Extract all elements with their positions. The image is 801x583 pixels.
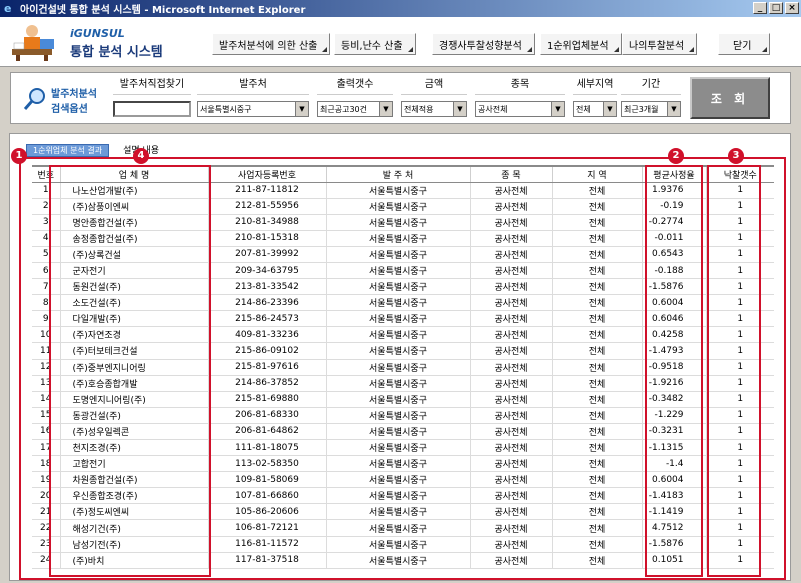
chevron-down-icon: ▼ <box>603 102 616 116</box>
query-button[interactable]: 조 회 <box>690 77 770 119</box>
window-title: 아이건설넷 통합 분석 시스템 - Microsoft Internet Exp… <box>20 5 306 16</box>
search-options-panel: 발주처분석 검색옵션 발주처직접찾기 발주처 서울특별시중구 ▼ 출력갯수 최근… <box>10 72 791 124</box>
period-group: 기간 최근3개월 ▼ <box>621 77 681 117</box>
magnifier-icon <box>23 88 45 110</box>
output-count-group: 출력갯수 최근공고30건 ▼ <box>317 77 393 117</box>
chevron-down-icon: ▼ <box>667 102 680 116</box>
ie-icon: e <box>4 1 12 15</box>
region-select[interactable]: 전체 ▼ <box>573 101 617 117</box>
amount-select[interactable]: 전체적용 ▼ <box>401 101 467 117</box>
client-select-group: 발주처 서울특별시중구 ▼ <box>197 77 309 117</box>
window-title-bar: e 아이건설넷 통합 분석 시스템 - Microsoft Internet E… <box>0 0 801 17</box>
minimize-button[interactable]: _ <box>753 2 767 14</box>
nav-competitor-analysis-button[interactable]: 경쟁사투찰성향분석 <box>432 33 535 55</box>
chevron-down-icon: ▼ <box>295 102 308 116</box>
search-options-label: 발주처분석 검색옵션 <box>23 81 115 117</box>
tab-first-rank-result[interactable]: 1순위업체 분석 결과 <box>26 144 110 157</box>
nav-client-analysis-button[interactable]: 발주처분석에 의한 산출 <box>212 33 331 55</box>
category-group: 종목 공사전체 ▼ <box>475 77 565 117</box>
app-title: 통합 분석 시스템 <box>70 45 163 60</box>
annotation-box-award-count <box>707 165 761 577</box>
app-header: iGUNSUL 통합 분석 시스템 발주처분석에 의한 산출 등비,난수 산출 … <box>0 17 801 67</box>
output-count-select[interactable]: 최근공고30건 ▼ <box>317 101 393 117</box>
chevron-down-icon: ▼ <box>551 102 564 116</box>
period-select[interactable]: 최근3개월 ▼ <box>621 101 681 117</box>
brand-logo: iGUNSUL <box>70 27 125 40</box>
client-direct-search: 발주처직접찾기 <box>113 77 191 117</box>
annotation-box-avg-rate <box>645 165 703 577</box>
nav-first-rank-analysis-button[interactable]: 1순위업체분석 <box>540 33 622 55</box>
close-button[interactable]: 닫기 <box>718 33 771 55</box>
annotation-badge-4: 4 <box>133 148 149 164</box>
category-select[interactable]: 공사전체 ▼ <box>475 101 565 117</box>
region-group: 세부지역 전체 ▼ <box>573 77 617 117</box>
logo-person-icon <box>12 25 54 61</box>
annotation-box-company <box>49 165 211 577</box>
client-search-input[interactable] <box>113 101 191 117</box>
annotation-badge-3: 3 <box>728 148 744 164</box>
nav-ratio-button[interactable]: 등비,난수 산출 <box>334 33 416 55</box>
client-select[interactable]: 서울특별시중구 ▼ <box>197 101 309 117</box>
annotation-badge-2: 2 <box>668 148 684 164</box>
maximize-button[interactable]: □ <box>769 2 783 14</box>
window-controls: _ □ × <box>753 2 799 14</box>
close-window-button[interactable]: × <box>785 2 799 14</box>
annotation-badge-1: 1 <box>11 148 27 164</box>
amount-group: 금액 전체적용 ▼ <box>401 77 467 117</box>
nav-my-bid-analysis-button[interactable]: 나의투찰분석 <box>622 33 698 55</box>
chevron-down-icon: ▼ <box>379 102 392 116</box>
chevron-down-icon: ▼ <box>453 102 466 116</box>
